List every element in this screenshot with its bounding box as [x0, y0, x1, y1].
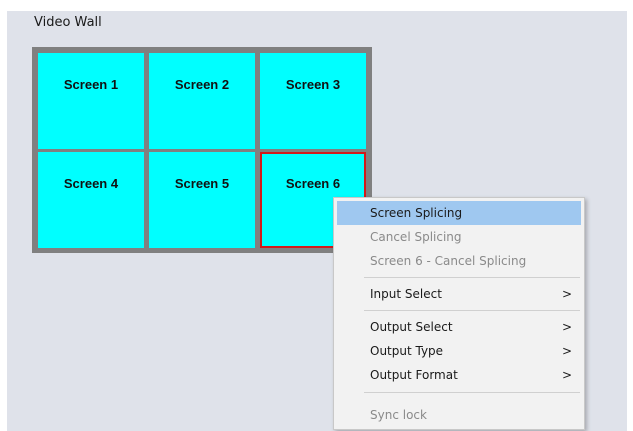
menu-item-label: Sync lock	[370, 408, 427, 422]
menu-separator	[364, 392, 580, 393]
menu-item-label: Output Format	[370, 368, 458, 382]
menu-item-output-format[interactable]: Output Format >	[337, 363, 581, 387]
chevron-right-icon: >	[561, 320, 572, 334]
menu-item-label: Output Select	[370, 320, 453, 334]
menu-separator	[364, 277, 580, 278]
menu-item-label: Screen Splicing	[370, 206, 463, 220]
menu-item-output-select[interactable]: Output Select >	[337, 315, 581, 339]
chevron-right-icon: >	[561, 287, 572, 301]
video-wall-grid: Screen 1 Screen 2 Screen 3 Screen 4 Scre…	[32, 47, 372, 253]
screen-tile-label: Screen 1	[63, 77, 119, 92]
screen-tile-label: Screen 2	[174, 77, 230, 92]
screen-tile-1[interactable]: Screen 1	[38, 53, 144, 149]
panel-title: Video Wall	[34, 15, 102, 30]
menu-item-output-type[interactable]: Output Type >	[337, 339, 581, 363]
screen-tile-label: Screen 6	[285, 176, 341, 191]
menu-item-screen6-cancel-splicing[interactable]: Screen 6 - Cancel Splicing	[337, 249, 581, 273]
menu-item-label: Input Select	[370, 287, 442, 301]
chevron-right-icon: >	[561, 344, 572, 358]
context-menu: Screen Splicing Cancel Splicing Screen 6…	[333, 197, 585, 430]
screen-tile-4[interactable]: Screen 4	[38, 152, 144, 248]
screen-tile-label: Screen 5	[174, 176, 230, 191]
screen-tile-5[interactable]: Screen 5	[149, 152, 255, 248]
screen-tile-label: Screen 3	[285, 77, 341, 92]
menu-item-label: Output Type	[370, 344, 444, 358]
menu-item-label: Screen 6 - Cancel Splicing	[370, 254, 527, 268]
menu-item-screen-splicing[interactable]: Screen Splicing	[337, 201, 581, 225]
chevron-right-icon: >	[561, 368, 572, 382]
menu-item-cancel-splicing[interactable]: Cancel Splicing	[337, 225, 581, 249]
menu-separator	[364, 310, 580, 311]
menu-item-sync-lock[interactable]: Sync lock	[337, 403, 581, 427]
screen-tile-label: Screen 4	[63, 176, 119, 191]
screen-tile-2[interactable]: Screen 2	[149, 53, 255, 149]
menu-item-input-select[interactable]: Input Select >	[337, 282, 581, 306]
screen-tile-3[interactable]: Screen 3	[260, 53, 366, 149]
menu-item-label: Cancel Splicing	[370, 230, 462, 244]
